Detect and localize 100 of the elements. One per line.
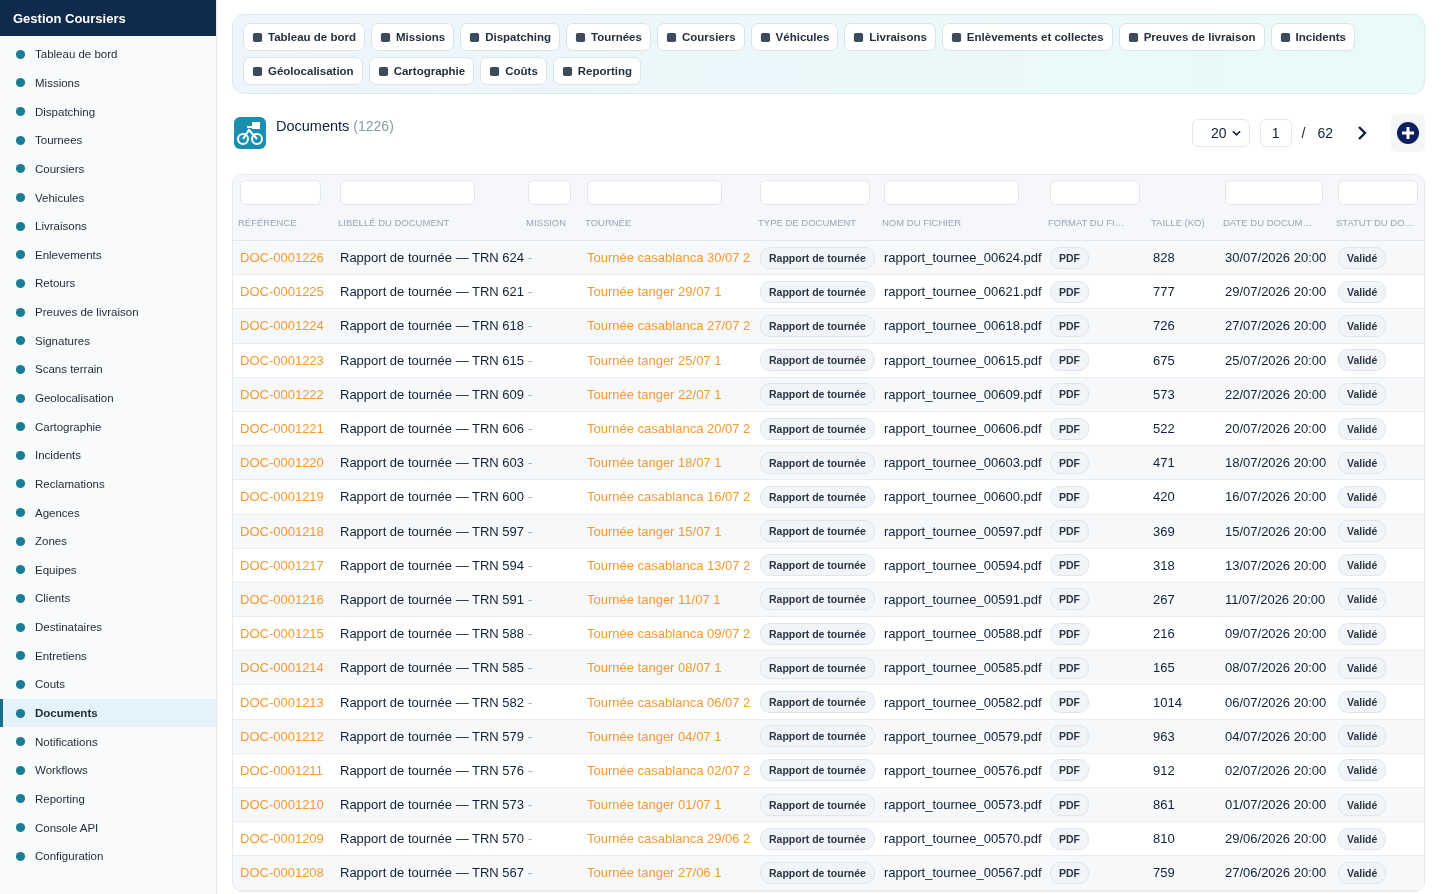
- sidebar-item[interactable]: Cartographie: [0, 412, 216, 441]
- table-link[interactable]: DOC-0001220: [240, 455, 324, 471]
- table-link[interactable]: Tournée tanger 22/07 1: [587, 386, 722, 402]
- table-link[interactable]: Tournée casablanca 20/07 2: [587, 421, 751, 437]
- sidebar-item[interactable]: Scans terrain: [0, 355, 216, 384]
- table-link[interactable]: Tournée casablanca 30/07 2: [587, 250, 751, 266]
- filter-field[interactable]: [587, 179, 722, 205]
- filter-field[interactable]: [884, 179, 1019, 205]
- sidebar-item[interactable]: Tournees: [0, 125, 216, 155]
- table-link[interactable]: Tournée casablanca 06/07 2: [587, 694, 751, 710]
- table-link[interactable]: DOC-0001217: [240, 557, 324, 573]
- filter-field[interactable]: [1338, 179, 1418, 205]
- sidebar-item[interactable]: Documents: [0, 698, 216, 728]
- column-header[interactable]: LIBELLÉ DU DOCUMENT: [338, 217, 450, 228]
- table-link[interactable]: DOC-0001222: [240, 386, 324, 402]
- sidebar-item[interactable]: Missions: [0, 68, 216, 98]
- column-header[interactable]: TAILLE (KO): [1151, 217, 1205, 228]
- table-link[interactable]: DOC-0001224: [240, 318, 324, 334]
- sidebar-item[interactable]: Reporting: [0, 784, 216, 814]
- sidebar-item[interactable]: Coursiers: [0, 154, 216, 184]
- sidebar-item[interactable]: Dispatching: [0, 97, 216, 126]
- column-header[interactable]: MISSION: [526, 217, 567, 228]
- table-link[interactable]: Tournée casablanca 13/07 2: [587, 557, 751, 573]
- quick-link-button[interactable]: Reporting: [552, 57, 642, 85]
- quick-link-button[interactable]: Enlèvements et collectes: [941, 23, 1113, 51]
- sidebar-item[interactable]: Clients: [0, 584, 216, 613]
- column-header[interactable]: NOM DU FICHIER: [882, 217, 962, 228]
- table-link[interactable]: Tournée tanger 29/07 1: [587, 284, 722, 300]
- sidebar-item[interactable]: Signatures: [0, 326, 216, 356]
- sidebar-item[interactable]: Tableau de bord: [0, 40, 216, 69]
- table-link[interactable]: DOC-0001226: [240, 250, 324, 266]
- sidebar-item[interactable]: Livraisons: [0, 211, 216, 241]
- table-link[interactable]: Tournée casablanca 02/07 2: [587, 762, 751, 778]
- table-link[interactable]: Tournée casablanca 09/07 2: [587, 626, 751, 642]
- sidebar-item[interactable]: Couts: [0, 670, 216, 699]
- sidebar-item[interactable]: Retours: [0, 269, 216, 298]
- sidebar-item[interactable]: Equipes: [0, 555, 216, 585]
- quick-link-button[interactable]: Géolocalisation: [243, 57, 363, 85]
- column-header[interactable]: TYPE DE DOCUMENT: [758, 217, 857, 228]
- sidebar-item[interactable]: Geolocalisation: [0, 383, 216, 413]
- quick-link-button[interactable]: Véhicules: [750, 23, 839, 51]
- table-link[interactable]: Tournée casablanca 27/07 2: [587, 318, 751, 334]
- sidebar-item[interactable]: Destinataires: [0, 612, 216, 642]
- table-link[interactable]: DOC-0001214: [240, 660, 324, 676]
- table-link[interactable]: Tournée tanger 08/07 1: [587, 660, 722, 676]
- page-field[interactable]: 1: [1259, 119, 1292, 147]
- sidebar-item[interactable]: Incidents: [0, 440, 216, 470]
- sidebar-item[interactable]: Zones: [0, 526, 216, 556]
- table-link[interactable]: Tournée tanger 27/06 1: [587, 865, 722, 881]
- table-link[interactable]: DOC-0001218: [240, 523, 324, 539]
- filter-field[interactable]: [340, 179, 475, 205]
- page-size-select[interactable]: 20: [1191, 119, 1250, 147]
- column-header[interactable]: TOURNÉE: [585, 217, 632, 228]
- sidebar-item[interactable]: Configuration: [0, 841, 216, 871]
- column-header[interactable]: RÉFÉRENCE: [238, 217, 297, 228]
- table-link[interactable]: DOC-0001225: [240, 284, 324, 300]
- sidebar-item[interactable]: Workflows: [0, 756, 216, 785]
- filter-field[interactable]: [1050, 179, 1140, 205]
- quick-link-button[interactable]: Dispatching: [460, 23, 560, 51]
- table-link[interactable]: Tournée tanger 18/07 1: [587, 455, 722, 471]
- table-link[interactable]: Tournée casablanca 16/07 2: [587, 489, 751, 505]
- table-link[interactable]: Tournée tanger 15/07 1: [587, 523, 722, 539]
- sidebar-item[interactable]: Console API: [0, 813, 216, 842]
- quick-link-button[interactable]: Coursiers: [656, 23, 745, 51]
- table-link[interactable]: DOC-0001213: [240, 694, 324, 710]
- table-link[interactable]: DOC-0001219: [240, 489, 324, 505]
- sidebar-item[interactable]: Enlevements: [0, 240, 216, 270]
- column-header[interactable]: DATE DU DOCUM…: [1223, 217, 1313, 228]
- table-link[interactable]: DOC-0001208: [240, 865, 324, 881]
- quick-link-button[interactable]: Livraisons: [844, 23, 936, 51]
- column-header[interactable]: STATUT DU DO…: [1336, 217, 1415, 228]
- quick-link-button[interactable]: Tableau de bord: [243, 23, 365, 51]
- quick-link-button[interactable]: Tournées: [566, 23, 651, 51]
- sidebar-item[interactable]: Agences: [0, 498, 216, 527]
- filter-field[interactable]: [528, 179, 571, 205]
- quick-link-button[interactable]: Cartographie: [368, 57, 475, 85]
- table-link[interactable]: DOC-0001211: [240, 762, 323, 778]
- table-link[interactable]: DOC-0001210: [240, 797, 324, 813]
- table-link[interactable]: Tournée tanger 11/07 1: [587, 591, 721, 607]
- quick-link-button[interactable]: Incidents: [1270, 23, 1355, 51]
- sidebar-item[interactable]: Reclamations: [0, 469, 216, 499]
- sidebar-item[interactable]: Vehicules: [0, 183, 216, 212]
- next-page-icon[interactable]: [1357, 125, 1367, 141]
- sidebar-item[interactable]: Notifications: [0, 727, 216, 756]
- column-header[interactable]: FORMAT DU FI…: [1048, 217, 1125, 228]
- quick-link-button[interactable]: Preuves de livraison: [1118, 23, 1265, 51]
- sidebar-item[interactable]: Preuves de livraison: [0, 297, 216, 327]
- table-link[interactable]: DOC-0001215: [240, 626, 324, 642]
- table-link[interactable]: DOC-0001212: [240, 728, 324, 744]
- quick-link-button[interactable]: Missions: [370, 23, 455, 51]
- quick-link-button[interactable]: Coûts: [480, 57, 547, 85]
- table-link[interactable]: DOC-0001209: [240, 831, 324, 847]
- table-link[interactable]: DOC-0001216: [240, 591, 324, 607]
- table-link[interactable]: Tournée casablanca 29/06 2: [587, 831, 751, 847]
- filter-field[interactable]: [760, 179, 870, 205]
- table-link[interactable]: Tournée tanger 01/07 1: [587, 797, 722, 813]
- add-button[interactable]: [1391, 114, 1425, 152]
- filter-field[interactable]: [1225, 179, 1323, 205]
- table-link[interactable]: DOC-0001223: [240, 352, 324, 368]
- table-link[interactable]: DOC-0001221: [240, 421, 324, 437]
